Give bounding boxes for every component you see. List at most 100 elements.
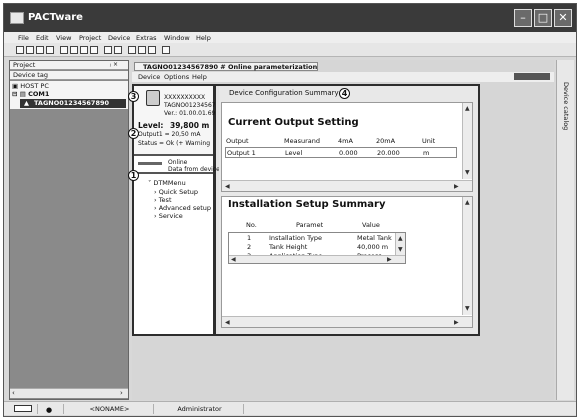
scroll-up-icon[interactable]: ▲ xyxy=(465,199,470,206)
menu-item-quick-setup[interactable]: › Quick Setup xyxy=(154,188,198,196)
menu-extras[interactable]: Extras xyxy=(136,34,157,42)
doc-menu-options[interactable]: Options xyxy=(164,73,189,81)
callout-3: 3 xyxy=(128,91,139,102)
document-window: TAGNO01234567890 # Online parameterizati… xyxy=(128,60,554,400)
scroll-up-icon[interactable]: ▲ xyxy=(398,235,403,242)
scroll-right-icon[interactable]: ▶ xyxy=(387,256,392,263)
menu-item-label: Service xyxy=(158,212,183,220)
chevron-right-icon: › xyxy=(154,204,157,212)
scroll-down-icon[interactable]: ▼ xyxy=(398,246,403,253)
device-catalog-label: Device catalog xyxy=(562,82,570,131)
print-icon[interactable] xyxy=(46,46,54,54)
scroll-right-icon[interactable]: › xyxy=(120,389,123,397)
col-value: Value xyxy=(362,221,380,229)
cell-parameter: Tank Height xyxy=(269,243,308,251)
scroll-left-icon[interactable]: ‹ xyxy=(12,389,15,397)
installation-vscrollbar[interactable]: ▲ ▼ xyxy=(462,197,472,315)
parameter-icon[interactable] xyxy=(114,46,122,54)
settings-icon[interactable] xyxy=(148,46,156,54)
summary-title: Device Configuration Summary xyxy=(229,89,339,97)
col-measurand: Measurand xyxy=(284,137,320,145)
help-icon[interactable] xyxy=(162,46,170,54)
menu-item-label: Advanced setup xyxy=(158,204,212,212)
output-value: Output1 = 20,50 mA xyxy=(138,131,201,138)
main-menu-bar: File Edit View Project Device Extras Win… xyxy=(4,32,576,43)
scroll-left-icon[interactable]: ◀ xyxy=(225,183,230,190)
dtm-menu-root[interactable]: ˅ DTMMenu xyxy=(148,179,186,187)
menu-item-test[interactable]: › Test xyxy=(154,196,172,204)
installation-hscrollbar[interactable]: ◀ ▶ xyxy=(222,316,472,327)
menu-item-advanced-setup[interactable]: › Advanced setup xyxy=(154,204,211,212)
cell-value: Metal Tank xyxy=(357,234,392,242)
cell-no: 2 xyxy=(247,243,252,251)
cell-parameter: Installation Type xyxy=(269,234,322,242)
new-project-icon[interactable] xyxy=(16,46,24,54)
dtm-frame: XXXXXXXXXX TAGNO01234567 Ver.: 01.00.01.… xyxy=(128,84,480,336)
status-indicator-bar xyxy=(514,73,550,80)
disconnect-icon[interactable] xyxy=(70,46,78,54)
col-output: Output xyxy=(226,137,249,145)
menu-window[interactable]: Window xyxy=(164,34,190,42)
device-status: Status = Ok (+ Warning xyxy=(138,140,211,147)
tree-item-host-pc[interactable]: ▣ HOST PC xyxy=(12,82,49,90)
doc-menu-device[interactable]: Device xyxy=(138,73,160,81)
load-from-device-icon[interactable] xyxy=(80,46,88,54)
menu-item-service[interactable]: › Service xyxy=(154,212,183,220)
scroll-up-icon[interactable]: ▲ xyxy=(465,105,470,112)
status-role: Administrator xyxy=(156,404,244,414)
scroll-left-icon[interactable]: ◀ xyxy=(225,319,230,326)
cell-unit: m xyxy=(423,149,430,157)
menu-project[interactable]: Project xyxy=(79,34,101,42)
maximize-button[interactable]: □ xyxy=(534,9,552,27)
chevron-right-icon: › xyxy=(154,196,157,204)
project-tree: ▣ HOST PC ⊟ ▤ COM1 ▲ TAGNO01234567890 xyxy=(10,81,128,109)
scroll-down-icon[interactable]: ▼ xyxy=(465,305,470,312)
chevron-right-icon: › xyxy=(154,188,157,196)
installation-table-vscrollbar[interactable]: ▲ ▼ xyxy=(395,233,405,255)
tree-item-com1[interactable]: ⊟ ▤ COM1 xyxy=(12,90,49,98)
save-project-icon[interactable] xyxy=(36,46,44,54)
menu-item-label: Test xyxy=(158,196,172,204)
menu-view[interactable]: View xyxy=(56,34,71,42)
doc-menu-help[interactable]: Help xyxy=(192,73,207,81)
scroll-down-icon[interactable]: ▼ xyxy=(465,169,470,176)
menu-device[interactable]: Device xyxy=(108,34,130,42)
app-title: PACTware xyxy=(28,12,83,23)
device-tag-column: Device tag xyxy=(13,71,48,79)
output-row[interactable]: Output 1 Level 0.000 20.000 m xyxy=(225,147,457,158)
connect-icon[interactable] xyxy=(60,46,68,54)
pin-close-icon[interactable]: ⱼ × xyxy=(110,61,118,68)
dtm-content-pane: Device Configuration Summary 4 Current O… xyxy=(219,86,478,334)
scroll-right-icon[interactable]: ▶ xyxy=(454,319,459,326)
connection-status: Online Data from device xyxy=(134,158,220,174)
store-to-device-icon[interactable] xyxy=(90,46,98,54)
device-catalog-strip[interactable]: Device catalog xyxy=(556,60,574,400)
open-project-icon[interactable] xyxy=(26,46,34,54)
installation-table-hscrollbar[interactable]: ◀ ▶ xyxy=(229,255,405,263)
device-tag-header[interactable]: Device tag xyxy=(10,71,128,80)
col-parameter: Paramet xyxy=(296,221,324,229)
cell-20ma: 20.000 xyxy=(377,149,400,157)
device-catalog-icon[interactable] xyxy=(104,46,112,54)
tree-item-tagno[interactable]: ▲ TAGNO01234567890 xyxy=(20,99,126,108)
scroll-right-icon[interactable]: ▶ xyxy=(454,183,459,190)
link-icon xyxy=(14,405,32,412)
port-icon: ▤ xyxy=(19,90,26,98)
scroll-left-icon[interactable]: ◀ xyxy=(231,256,236,263)
measured-value-icon[interactable] xyxy=(128,46,136,54)
status-user: <NONAME> xyxy=(66,404,154,414)
menu-help[interactable]: Help xyxy=(196,34,211,42)
close-button[interactable]: ✕ xyxy=(554,9,572,27)
menu-edit[interactable]: Edit xyxy=(36,34,49,42)
diagnosis-icon[interactable] xyxy=(138,46,146,54)
document-tab[interactable]: TAGNO01234567890 # Online parameterizati… xyxy=(134,62,318,71)
project-hscrollbar[interactable]: ‹ › xyxy=(10,388,128,398)
document-tab-title: TAGNO01234567890 # Online parameterizati… xyxy=(143,63,318,71)
online-label: Online xyxy=(168,159,188,166)
collapse-icon[interactable]: ⊟ xyxy=(12,90,17,98)
menu-file[interactable]: File xyxy=(18,34,29,42)
minimize-button[interactable]: – xyxy=(514,9,532,27)
output-hscrollbar[interactable]: ◀ ▶ xyxy=(222,180,472,191)
output-vscrollbar[interactable]: ▲ ▼ xyxy=(462,103,472,179)
chevron-right-icon: › xyxy=(154,212,157,220)
